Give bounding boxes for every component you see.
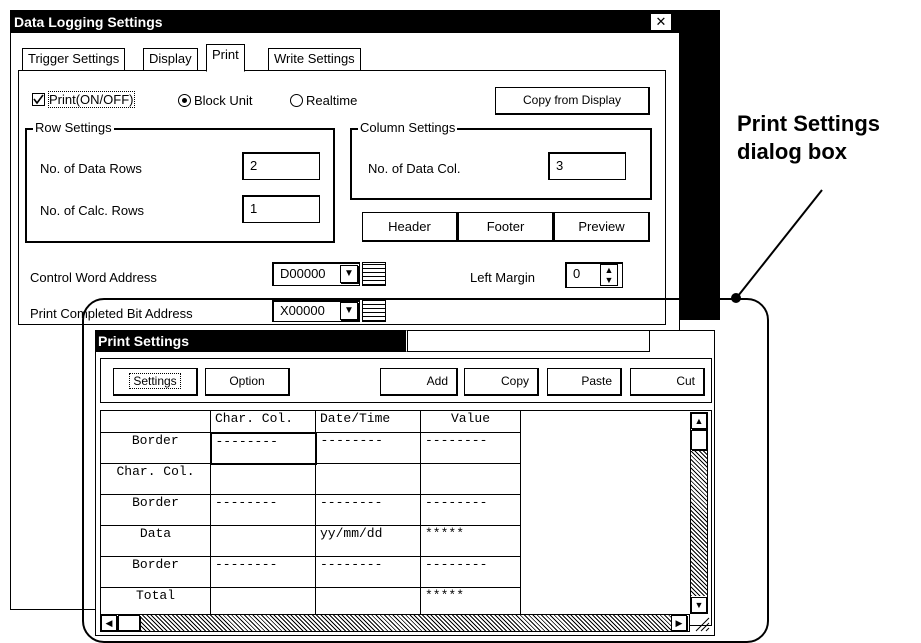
scroll-right-icon[interactable]: ▶	[671, 615, 687, 631]
scroll-left-icon[interactable]: ◀	[101, 615, 117, 631]
table-cell[interactable]: yy/mm/dd	[315, 525, 421, 557]
radio-realtime[interactable]: Realtime	[290, 93, 357, 108]
table-row: Data yy/mm/dd *****	[101, 525, 521, 557]
table-row: Border -------- -------- --------	[101, 494, 521, 526]
callout-leader-line	[731, 189, 823, 303]
scroll-track[interactable]	[691, 451, 707, 596]
keypad-icon[interactable]	[362, 262, 386, 286]
callout-line-1: Print Settings	[737, 111, 881, 136]
tab-display[interactable]: Display	[143, 48, 198, 70]
row-settings-legend: Row Settings	[33, 120, 114, 135]
settings-button[interactable]: Settings	[113, 368, 198, 396]
table-cell[interactable]: --------	[209, 431, 317, 465]
paste-button[interactable]: Paste	[547, 368, 622, 396]
column-settings-legend: Column Settings	[358, 120, 458, 135]
table-cell[interactable]	[210, 525, 316, 557]
table-cell[interactable]: *****	[420, 525, 521, 557]
tab-trigger-settings[interactable]: Trigger Settings	[22, 48, 126, 70]
column-header[interactable]: Date/Time	[315, 411, 421, 433]
close-button[interactable]: ✕	[650, 13, 672, 31]
table-cell[interactable]: --------	[315, 556, 421, 588]
window-title: Data Logging Settings	[14, 14, 163, 30]
row-header[interactable]: Border	[101, 432, 211, 464]
row-header[interactable]: Data	[101, 525, 211, 557]
dropdown-arrow-icon[interactable]: ▼	[340, 265, 358, 283]
table-row: Border -------- -------- --------	[101, 556, 521, 588]
row-header[interactable]: Border	[101, 494, 211, 526]
spin-buttons-icon[interactable]: ▲ ▼	[600, 264, 618, 286]
calc-rows-label: No. of Calc. Rows	[40, 203, 145, 218]
control-word-label: Control Word Address	[30, 270, 157, 285]
table-row: Char. Col.	[101, 463, 521, 495]
table-cell[interactable]: --------	[420, 556, 521, 588]
grid-area: Char. Col. Date/Time Value Border ------…	[100, 410, 712, 626]
table-cell[interactable]: --------	[420, 432, 521, 464]
calc-rows-input[interactable]: 1	[242, 195, 320, 223]
vertical-scrollbar[interactable]: ▲ ▼	[690, 412, 708, 614]
grid-header-row: Char. Col. Date/Time Value	[101, 411, 521, 433]
tab-print[interactable]: Print	[206, 44, 245, 72]
table-cell[interactable]: --------	[315, 432, 421, 464]
data-rows-label: No. of Data Rows	[40, 161, 142, 176]
radio-selected-icon	[178, 94, 191, 107]
table-cell[interactable]	[315, 463, 421, 495]
grid-corner-cell	[101, 411, 211, 433]
table-row: Border -------- -------- --------	[101, 431, 521, 465]
table-cell[interactable]: --------	[210, 556, 316, 588]
data-col-label: No. of Data Col.	[368, 161, 461, 176]
data-col-input[interactable]: 3	[548, 152, 626, 180]
horizontal-scrollbar[interactable]: ◀ ▶	[100, 614, 690, 632]
radio-unselected-icon	[290, 94, 303, 107]
radio-block-unit[interactable]: Block Unit	[178, 93, 253, 108]
checkbox-checked-icon	[32, 93, 45, 106]
row-header[interactable]: Char. Col.	[101, 463, 211, 495]
print-settings-title-bar: Print Settings	[95, 330, 425, 352]
resize-grip-icon[interactable]	[692, 614, 710, 632]
left-margin-label: Left Margin	[470, 270, 536, 285]
cut-button[interactable]: Cut	[630, 368, 705, 396]
callout-label: Print Settings dialog box	[737, 110, 880, 166]
scroll-h-thumb[interactable]	[118, 615, 140, 631]
tab-write-settings[interactable]: Write Settings	[268, 48, 361, 70]
print-layout-grid: Char. Col. Date/Time Value Border ------…	[101, 411, 521, 619]
window-right-edge	[680, 10, 720, 320]
scroll-down-icon[interactable]: ▼	[691, 597, 707, 613]
scroll-h-track[interactable]	[141, 615, 671, 631]
scroll-thumb[interactable]	[691, 430, 707, 450]
print-checkbox[interactable]: Print(ON/OFF)	[32, 91, 135, 108]
table-cell[interactable]: --------	[420, 494, 521, 526]
preview-button[interactable]: Preview	[554, 212, 650, 242]
row-settings-group	[25, 128, 335, 243]
option-button[interactable]: Option	[205, 368, 290, 396]
print-settings-title: Print Settings	[98, 333, 190, 349]
header-button[interactable]: Header	[362, 212, 458, 242]
copy-button[interactable]: Copy	[464, 368, 539, 396]
table-cell[interactable]	[210, 463, 316, 495]
scroll-up-icon[interactable]: ▲	[691, 413, 707, 429]
footer-button[interactable]: Footer	[458, 212, 554, 242]
column-header[interactable]: Value	[420, 411, 521, 433]
table-cell[interactable]: --------	[315, 494, 421, 526]
row-header[interactable]: Border	[101, 556, 211, 588]
column-header[interactable]: Char. Col.	[210, 411, 316, 433]
window-title-bar: Data Logging Settings	[11, 11, 679, 33]
table-cell[interactable]	[420, 463, 521, 495]
print-settings-title-extension	[405, 330, 650, 352]
add-button[interactable]: Add	[380, 368, 458, 396]
close-icon: ✕	[655, 14, 667, 29]
data-rows-input[interactable]: 2	[242, 152, 320, 180]
copy-from-display-button[interactable]: Copy from Display	[495, 87, 650, 115]
callout-line-2: dialog box	[737, 139, 847, 164]
table-cell[interactable]: --------	[210, 494, 316, 526]
